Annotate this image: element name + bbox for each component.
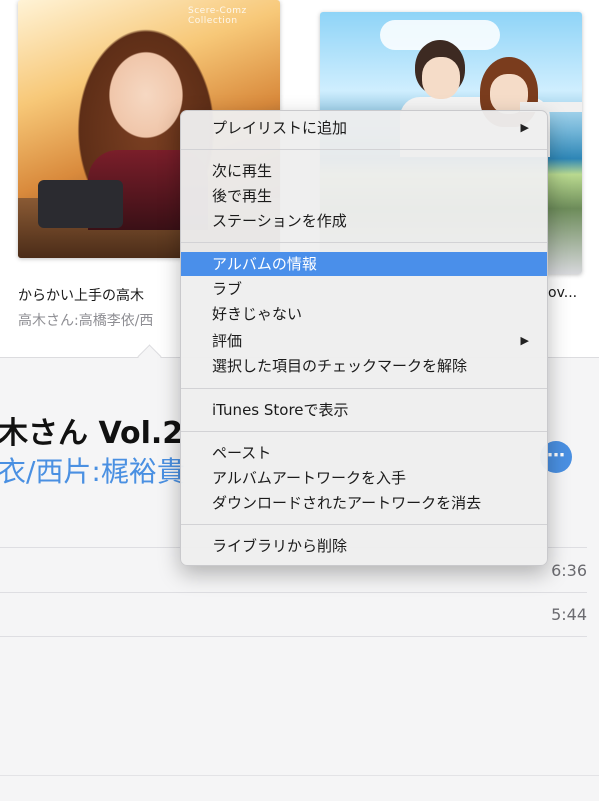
track-1-duration: 6:36 (551, 561, 587, 580)
menu-item-rating[interactable]: 評価 ▶ (181, 329, 547, 353)
menu-item-label: ステーションを作成 (212, 212, 347, 230)
menu-item-paste[interactable]: ペースト (181, 441, 547, 465)
album-1-title[interactable]: からかい上手の高木 (18, 285, 144, 305)
menu-item-play-next[interactable]: 次に再生 (181, 159, 547, 183)
menu-item-love[interactable]: ラブ (181, 277, 547, 301)
cover-radio (38, 180, 123, 228)
menu-separator (181, 524, 547, 525)
ellipsis-icon: ⋯ (547, 445, 565, 466)
detail-album-title: 木さん Vol.2 (0, 416, 184, 451)
menu-item-label: 次に再生 (212, 162, 273, 180)
menu-item-label: ラブ (212, 280, 243, 298)
menu-separator (181, 242, 547, 243)
menu-item-album-info[interactable]: アルバムの情報 (181, 252, 547, 276)
panel-bottom-divider (0, 775, 599, 776)
album-2-title[interactable]: ov... (548, 285, 577, 301)
menu-item-label: 評価 (212, 332, 243, 350)
cover-boy-face (422, 57, 460, 99)
track-divider (0, 592, 587, 593)
menu-item-uncheck-selection[interactable]: 選択した項目のチェックマークを解除 (181, 354, 547, 378)
menu-item-label: プレイリストに追加 (212, 119, 348, 137)
menu-item-label: iTunes Storeで表示 (212, 401, 349, 419)
menu-item-get-album-artwork[interactable]: アルバムアートワークを入手 (181, 466, 547, 490)
menu-item-label: アルバムアートワークを入手 (212, 469, 406, 487)
menu-item-create-station[interactable]: ステーションを作成 (181, 209, 547, 233)
detail-album-artist[interactable]: 衣/西片:梶裕貴 (0, 450, 185, 490)
menu-separator (181, 431, 547, 432)
menu-item-dislike[interactable]: 好きじゃない (181, 302, 547, 326)
submenu-arrow-icon: ▶ (520, 334, 529, 347)
menu-item-add-to-playlist[interactable]: プレイリストに追加 ▶ (181, 116, 547, 140)
menu-item-show-in-itunes-store[interactable]: iTunes Storeで表示 (181, 398, 547, 422)
cover-label: Scere-Comz Collection (188, 6, 247, 26)
menu-item-play-later[interactable]: 後で再生 (181, 184, 547, 208)
track-divider (0, 636, 587, 637)
track-2-duration: 5:44 (551, 605, 587, 624)
menu-item-label: ダウンロードされたアートワークを消去 (212, 494, 482, 512)
menu-item-label: ペースト (212, 444, 272, 462)
menu-separator (181, 149, 547, 150)
menu-item-label: 好きじゃない (212, 305, 303, 323)
menu-item-clear-downloaded-artwork[interactable]: ダウンロードされたアートワークを消去 (181, 491, 547, 515)
menu-item-label: 後で再生 (212, 187, 273, 205)
submenu-arrow-icon: ▶ (520, 121, 529, 134)
menu-item-delete-from-library[interactable]: ライブラリから削除 (181, 534, 547, 558)
menu-item-label: ライブラリから削除 (212, 537, 348, 555)
context-menu: プレイリストに追加 ▶ 次に再生 後で再生 ステーションを作成 アルバムの情報 … (180, 110, 548, 566)
menu-item-label: 選択した項目のチェックマークを解除 (212, 357, 468, 375)
album-1-artist[interactable]: 高木さん:高橋李依/西 (18, 310, 153, 330)
menu-item-label: アルバムの情報 (212, 255, 317, 273)
menu-separator (181, 388, 547, 389)
